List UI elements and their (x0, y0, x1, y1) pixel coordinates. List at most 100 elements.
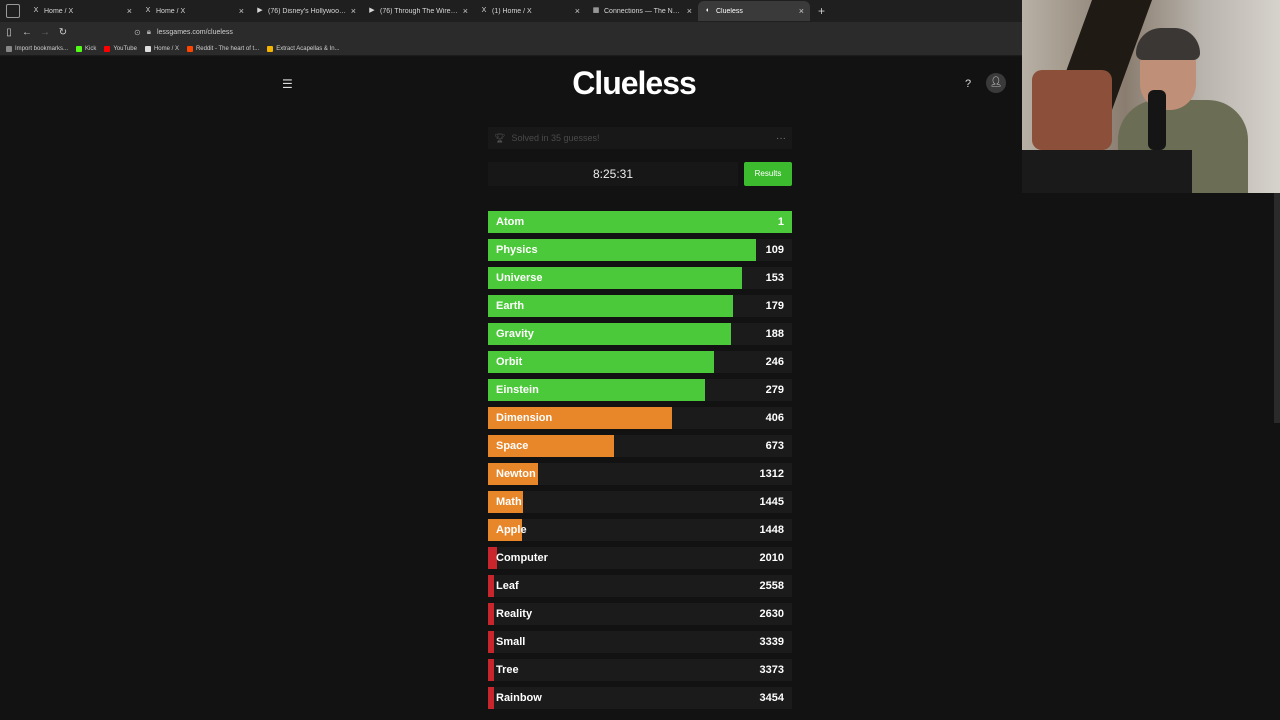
guess-word: Reality (496, 608, 533, 620)
guess-word: Leaf (496, 580, 519, 592)
bookmark-favicon-icon (76, 45, 83, 52)
timer-row: 8:25:31 Results (488, 162, 792, 186)
guess-proximity-bar (488, 575, 495, 597)
browser-tab[interactable]: X (1) Home / X × (474, 1, 586, 21)
guess-rank: 3373 (759, 664, 784, 676)
url-field[interactable]: ⊙ 🔒︎ lessgames.com/clueless (134, 27, 233, 37)
guess-word: Small (496, 636, 526, 648)
bookmark-label: YouTube (113, 45, 137, 52)
tab-close-icon[interactable]: × (799, 6, 804, 16)
guess-rank: 673 (765, 440, 784, 452)
bookmark-item[interactable]: Import bookmarks... (6, 45, 69, 52)
guess-rank: 2630 (759, 608, 784, 620)
guess-rank: 3339 (759, 636, 784, 648)
tab-title: Home / X (156, 7, 186, 15)
guess-word: Atom (496, 216, 525, 228)
guess-row: Small 3339 (488, 631, 792, 653)
tab-close-icon[interactable]: × (463, 6, 468, 16)
forward-button[interactable]: → (36, 27, 54, 38)
bookmark-item[interactable]: YouTube (104, 45, 137, 52)
tab-title: (76) Through The Wire - Yo (380, 7, 459, 15)
bookmark-favicon-icon (267, 45, 274, 52)
guess-word: Orbit (496, 356, 523, 368)
guess-row: Math 1445 (488, 491, 792, 513)
tab-close-icon[interactable]: × (575, 6, 580, 16)
browser-tab[interactable]: X Home / X × (138, 1, 250, 21)
tab-title: Home / X (44, 7, 74, 15)
guess-row: Dimension 406 (488, 407, 792, 429)
tab-title: Clueless (716, 7, 743, 15)
bookmark-label: Import bookmarks... (15, 45, 69, 52)
bookmark-item[interactable]: Reddit - The heart of t... (186, 45, 259, 52)
guess-proximity-bar (488, 295, 733, 317)
bookmark-label: Extract Acapellas & In... (276, 45, 340, 52)
tab-title: (1) Home / X (492, 7, 532, 15)
user-icon[interactable]: 👤︎ (986, 73, 1006, 93)
guess-row: Newton 1312 (488, 463, 792, 485)
help-icon[interactable]: ? (959, 75, 977, 93)
tab-close-icon[interactable]: × (127, 6, 132, 16)
guess-rank: 279 (765, 384, 784, 396)
site-info-icon[interactable]: ⊙ (134, 28, 141, 37)
guess-row: Orbit 246 (488, 351, 792, 373)
guess-row: Reality 2630 (488, 603, 792, 625)
guess-word: Einstein (496, 384, 539, 396)
solved-status-text: Solved in 35 guesses! (511, 133, 600, 143)
bookmark-label: Kick (85, 45, 97, 52)
tab-favicon-icon: ▦ (592, 7, 600, 14)
guess-rank: 2010 (759, 552, 784, 564)
tab-title: (76) Disney's Hollywood Studio (268, 7, 347, 15)
bookmark-item[interactable]: Extract Acapellas & In... (267, 45, 340, 52)
bookmark-item[interactable]: Kick (76, 45, 97, 52)
page-scrollbar[interactable] (1274, 193, 1280, 423)
tab-favicon-icon: ▶ (369, 7, 375, 14)
browser-tab[interactable]: ▶ (76) Disney's Hollywood Studio × (250, 1, 362, 21)
guess-rank: 3454 (759, 692, 784, 704)
guess-row: Rainbow 3454 (488, 687, 792, 709)
url-text[interactable]: lessgames.com/clueless (157, 29, 233, 36)
browser-tab[interactable]: X Home / X × (26, 1, 138, 21)
guess-word: Dimension (496, 412, 553, 424)
guess-list: Atom 1 Physics 109 Universe 153 Earth 179 Gravit… (488, 211, 792, 715)
browser-tab[interactable]: ▶ (76) Through The Wire - Yo × (362, 1, 474, 21)
guess-rank: 2558 (759, 580, 784, 592)
results-button[interactable]: Results (744, 162, 792, 186)
bookmark-favicon-icon (186, 45, 193, 52)
guess-rank: 179 (765, 300, 784, 312)
reload-button[interactable]: ↻ (54, 27, 72, 38)
guess-word: Earth (496, 300, 525, 312)
tab-favicon-icon: ▶ (257, 7, 263, 14)
guess-word: Universe (496, 272, 543, 284)
guess-word: Tree (496, 664, 519, 676)
guess-rank: 1448 (759, 524, 784, 536)
guess-row: Physics 109 (488, 239, 792, 261)
webcam-overlay (1022, 0, 1280, 193)
guess-rank: 153 (765, 272, 784, 284)
bookmark-favicon-icon (104, 45, 111, 52)
guess-rank: 1445 (759, 496, 784, 508)
guess-row: Einstein 279 (488, 379, 792, 401)
guess-word: Physics (496, 244, 538, 256)
guess-word: Gravity (496, 328, 534, 340)
tab-close-icon[interactable]: × (239, 6, 244, 16)
bookmark-favicon-icon (6, 45, 12, 52)
new-tab-button[interactable]: + (818, 4, 825, 18)
guess-proximity-bar (488, 687, 495, 709)
guess-word: Math (496, 496, 522, 508)
more-options-icon[interactable]: ··· (776, 133, 786, 144)
bookmark-item[interactable]: Home / X (144, 45, 179, 52)
guess-row: Space 673 (488, 435, 792, 457)
back-button[interactable]: ← (18, 27, 36, 38)
tab-close-icon[interactable]: × (351, 6, 356, 16)
guess-row: Computer 2010 (488, 547, 792, 569)
solved-status-bar: 🏆︎ Solved in 35 guesses! ··· (488, 127, 792, 149)
sidebar-toggle-icon[interactable]: ▯ (0, 27, 18, 38)
tab-favicon-icon: ◐ (705, 7, 711, 14)
tab-close-icon[interactable]: × (687, 6, 692, 16)
browser-tab[interactable]: ▦ Connections — The New York T × (586, 1, 698, 21)
guess-row: Universe 153 (488, 267, 792, 289)
window-menu-icon[interactable] (6, 4, 20, 18)
browser-tab[interactable]: ◐ Clueless × (698, 1, 810, 21)
guess-rank: 246 (765, 356, 784, 368)
tab-favicon-icon: X (33, 7, 39, 14)
